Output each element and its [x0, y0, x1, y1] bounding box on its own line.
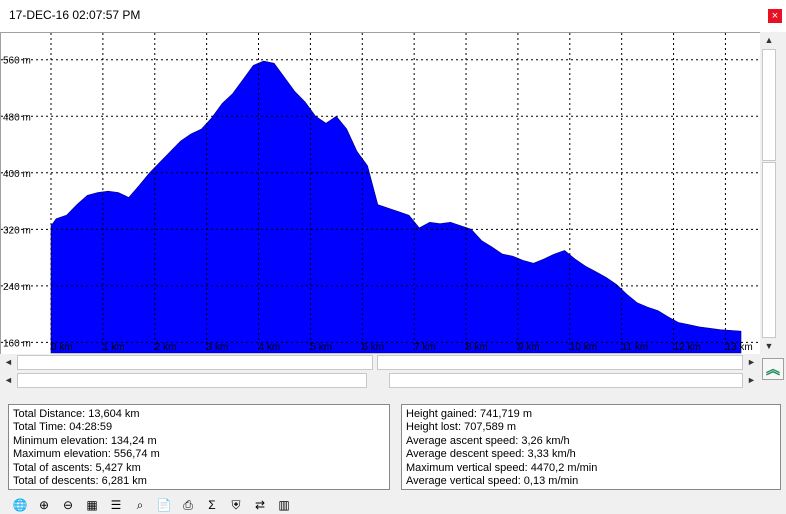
- x-tick-label: 13 km: [725, 342, 752, 353]
- pan-left-icon[interactable]: ◄: [0, 372, 17, 389]
- document-icon[interactable]: 📄: [154, 496, 174, 514]
- stats-panel-right: Height gained: 741,719 m Height lost: 70…: [401, 404, 781, 490]
- x-tick-label: 5 km: [310, 342, 332, 353]
- zoom-in-icon[interactable]: ⊕: [34, 496, 54, 514]
- grid-icon[interactable]: ▦: [82, 496, 102, 514]
- x-tick-label: 3 km: [207, 342, 229, 353]
- pan-scroll-track-left[interactable]: [17, 373, 367, 388]
- title-bar: 17-DEC-16 02:07:57 PM ×: [0, 0, 786, 32]
- x-tick-label: 12 km: [674, 342, 701, 353]
- list-icon[interactable]: ☰: [106, 496, 126, 514]
- x-tick-label: 1 km: [103, 342, 125, 353]
- pan-scroll-track-right[interactable]: [389, 373, 743, 388]
- globe-icon[interactable]: 🌐: [10, 496, 30, 514]
- x-tick-label: 8 km: [466, 342, 488, 353]
- x-tick-label: 6 km: [362, 342, 384, 353]
- y-tick-label: 480 m: [3, 112, 31, 123]
- x-tick-label: 0 km: [51, 342, 73, 353]
- stat-avg-ascent-speed: Average ascent speed: 3,26 km/h: [406, 434, 570, 447]
- zoom-fit-icon[interactable]: ⌕: [130, 496, 150, 514]
- vertical-scroll-track-upper[interactable]: [762, 49, 776, 161]
- x-tick-label: 10 km: [570, 342, 597, 353]
- stat-height-lost: Height lost: 707,589 m: [406, 421, 517, 434]
- y-tick-label: 160 m: [3, 338, 31, 349]
- scroll-up-icon[interactable]: ▲: [760, 32, 778, 48]
- elevation-chart: 160 m 240 m 320 m 400 m 480 m 560 m 0 km 1 km 2 …: [0, 32, 760, 354]
- stat-total-ascents: Total of ascents: 5,427 km: [13, 461, 141, 474]
- horizontal-scrollbar-pan[interactable]: ◄ ►: [0, 372, 760, 389]
- y-tick-label: 240 m: [3, 282, 31, 293]
- collapse-panel-button[interactable]: ︽: [762, 358, 784, 380]
- elevation-profile-svg: 160 m 240 m 320 m 400 m 480 m 560 m 0 km 1 km 2 …: [1, 33, 760, 354]
- zoom-scroll-track-right[interactable]: [377, 355, 743, 370]
- stat-avg-descent-speed: Average descent speed: 3,33 km/h: [406, 448, 576, 461]
- y-tick-label: 560 m: [3, 56, 31, 67]
- x-tick-label: 4 km: [259, 342, 281, 353]
- stat-total-distance: Total Distance: 13,604 km: [13, 408, 140, 420]
- scroll-down-icon[interactable]: ▼: [760, 338, 778, 354]
- client-area: 160 m 240 m 320 m 400 m 480 m 560 m 0 km 1 km 2 …: [0, 32, 786, 514]
- sum-icon[interactable]: Σ: [202, 496, 222, 514]
- stat-total-time: Total Time: 04:28:59: [13, 421, 113, 434]
- y-tick-label: 320 m: [3, 225, 31, 236]
- stat-total-descents: Total of descents: 6,281 km: [13, 475, 147, 488]
- stat-min-elevation: Minimum elevation: 134,24 m: [13, 434, 157, 447]
- zoom-out-icon[interactable]: ⊖: [58, 496, 78, 514]
- window-title: 17-DEC-16 02:07:57 PM: [9, 8, 141, 22]
- x-tick-label: 11 km: [622, 342, 649, 353]
- vertical-scrollbar[interactable]: ▲ ▼: [760, 32, 778, 354]
- pan-right-icon[interactable]: ►: [743, 372, 760, 389]
- app-window: { "window": { "title": "17-DEC-16 02:07:…: [0, 0, 786, 514]
- stat-avg-vertical-speed: Average vertical speed: 0,13 m/min: [406, 475, 579, 488]
- close-icon[interactable]: ×: [768, 9, 782, 23]
- swap-icon[interactable]: ⇄: [250, 496, 270, 514]
- y-tick-label: 400 m: [3, 169, 31, 180]
- x-tick-label: 2 km: [155, 342, 177, 353]
- x-tick-label: 9 km: [518, 342, 540, 353]
- scroll-right-icon[interactable]: ►: [743, 354, 760, 371]
- scroll-left-icon[interactable]: ◄: [0, 354, 17, 371]
- export-icon[interactable]: ▥: [274, 496, 294, 514]
- horizontal-scrollbar-zoom[interactable]: ◄ ►: [0, 354, 760, 371]
- shield-icon[interactable]: ⛨: [226, 496, 246, 514]
- zoom-scroll-track-left[interactable]: [17, 355, 373, 370]
- print-icon[interactable]: ⎙: [178, 496, 198, 514]
- bottom-toolbar: 🌐 ⊕ ⊖ ▦ ☰ ⌕ 📄 ⎙ Σ ⛨ ⇄ ▥: [0, 494, 786, 514]
- stat-height-gained: Height gained: 741,719 m: [406, 408, 532, 420]
- vertical-scroll-track-lower[interactable]: [762, 162, 776, 338]
- stat-max-elevation: Maximum elevation: 556,74 m: [13, 448, 160, 461]
- stat-max-vertical-speed: Maximum vertical speed: 4470,2 m/min: [406, 461, 598, 474]
- x-tick-label: 7 km: [414, 342, 436, 353]
- stats-panel-left: Total Distance: 13,604 km Total Time: 04…: [8, 404, 390, 490]
